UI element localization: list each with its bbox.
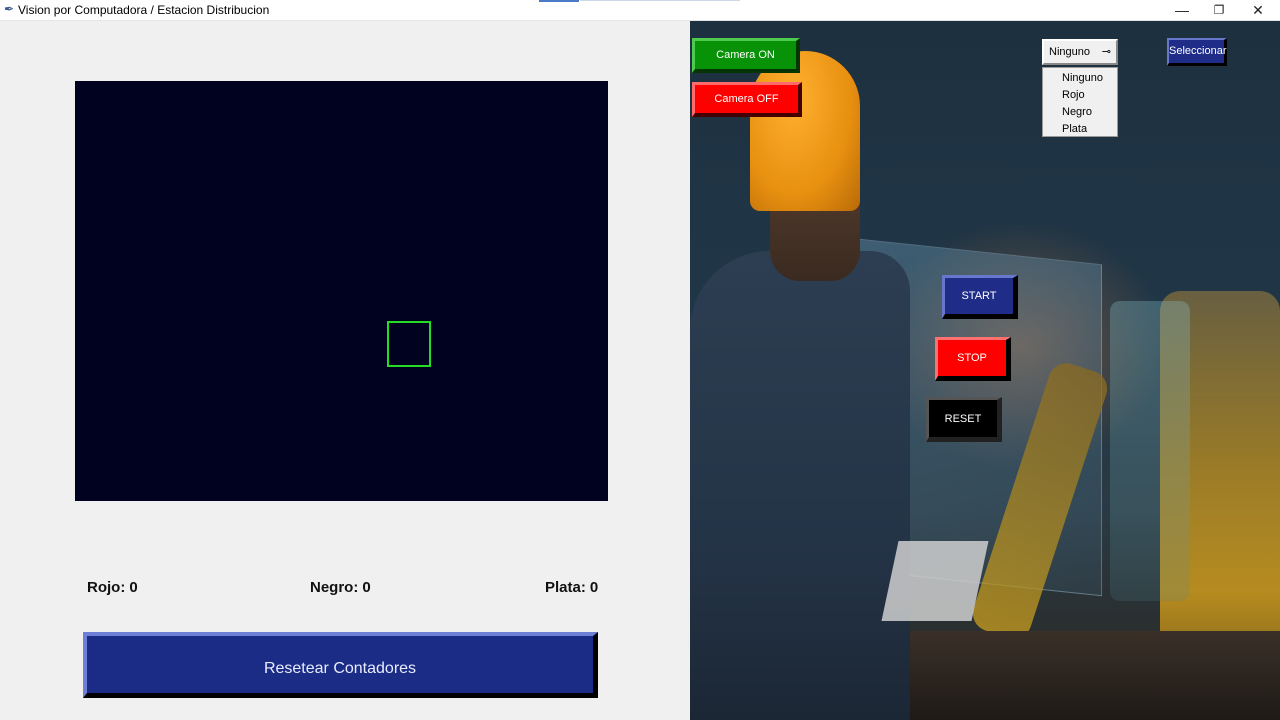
dropdown-arrow-icon: ⊸ <box>1101 46 1111 58</box>
camera-off-button[interactable]: Camera OFF <box>692 82 802 117</box>
dropdown-option-ninguno[interactable]: Ninguno <box>1043 70 1117 87</box>
camera-feed <box>75 81 608 501</box>
background-hologram-panel <box>1110 301 1190 601</box>
titlebar-accent-line <box>580 0 740 1</box>
counter-plata-value: 0 <box>589 579 599 596</box>
detection-box <box>387 321 431 367</box>
right-pane: Camera ON Camera OFF START STOP RESET Ni… <box>690 21 1280 720</box>
minimize-button[interactable]: — <box>1164 0 1200 20</box>
counter-negro: Negro: 0 <box>310 579 371 596</box>
stop-button[interactable]: STOP <box>935 337 1011 381</box>
reset-counters-button[interactable]: Resetear Contadores <box>83 632 598 698</box>
color-dropdown-menu: Ninguno Rojo Negro Plata <box>1042 67 1118 137</box>
window-title: Vision por Computadora / Estacion Distri… <box>18 3 270 17</box>
color-dropdown-value: Ninguno <box>1049 46 1090 58</box>
start-button[interactable]: START <box>942 275 1018 319</box>
counter-plata: Plata: 0 <box>545 579 598 596</box>
counter-negro-label: Negro: <box>310 579 359 596</box>
left-pane: Rojo: 0 Negro: 0 Plata: 0 Resetear Contador… <box>0 21 690 720</box>
maximize-button[interactable]: ❐ <box>1201 0 1237 20</box>
counter-rojo: Rojo: 0 <box>87 579 138 596</box>
background-hard-hat <box>750 51 860 211</box>
window-titlebar: ✒ Vision por Computadora / Estacion Dist… <box>0 0 1280 21</box>
dropdown-option-rojo[interactable]: Rojo <box>1043 87 1117 104</box>
background-worker <box>690 251 910 720</box>
background-laptop <box>881 541 989 621</box>
dropdown-option-plata[interactable]: Plata <box>1043 121 1117 138</box>
counter-negro-value: 0 <box>362 579 371 596</box>
titlebar-accent <box>539 0 579 2</box>
feather-icon: ✒ <box>4 2 15 16</box>
color-dropdown[interactable]: Ninguno ⊸ <box>1042 39 1118 65</box>
seleccionar-button[interactable]: Seleccionar <box>1167 38 1227 66</box>
counter-rojo-label: Rojo: <box>87 579 126 596</box>
close-button[interactable]: ✕ <box>1240 0 1276 20</box>
counter-rojo-value: 0 <box>129 579 138 596</box>
camera-on-button[interactable]: Camera ON <box>692 38 800 73</box>
background-conveyor <box>870 631 1280 720</box>
dropdown-option-negro[interactable]: Negro <box>1043 104 1117 121</box>
counter-plata-label: Plata: <box>545 579 586 596</box>
reset-button[interactable]: RESET <box>926 397 1002 442</box>
